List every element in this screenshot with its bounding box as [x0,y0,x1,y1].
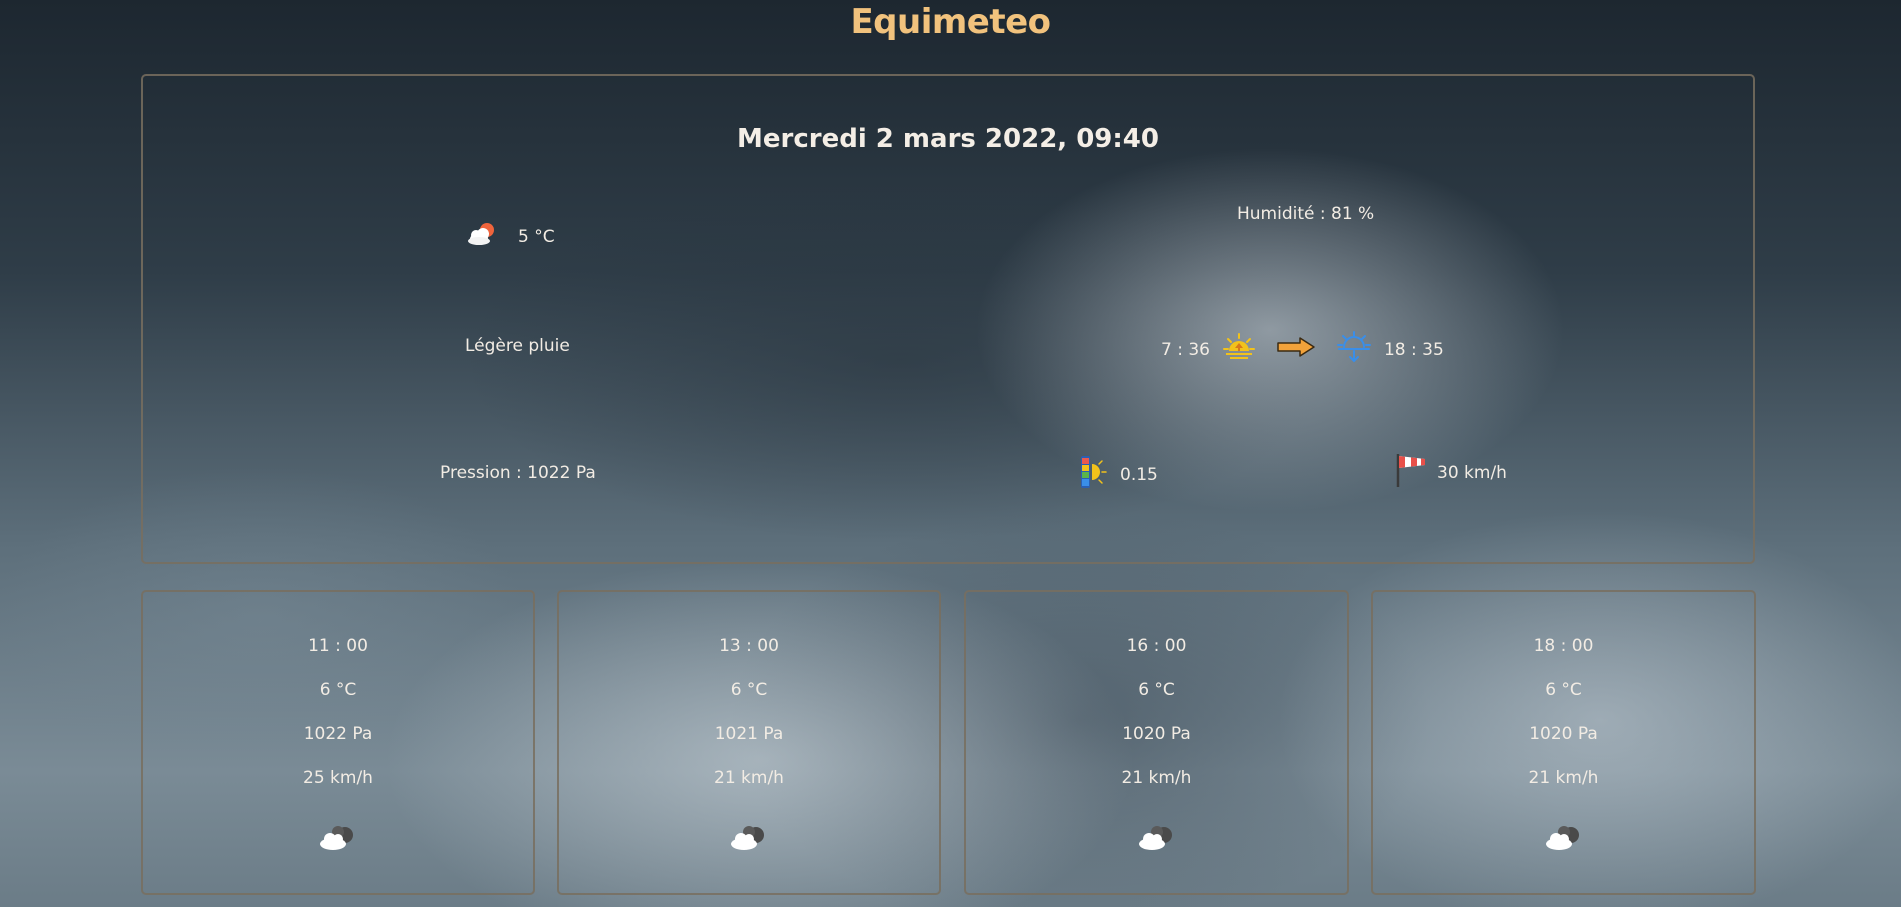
windsock-icon [1395,452,1429,493]
current-weather-panel: Mercredi 2 mars 2022, 09:40 5 °C Humidit… [141,74,1755,564]
forecast-time: 13 : 00 [719,636,779,656]
cloudy-icon [1136,824,1178,856]
wind-group: 30 km/h [1395,452,1507,493]
forecast-pressure: 1021 Pa [714,724,784,744]
arrow-right-icon [1276,336,1316,363]
forecast-wind: 25 km/h [303,768,373,788]
forecast-card: 18 : 00 6 °C 1020 Pa 21 km/h [1371,590,1756,895]
current-humidity: Humidité : 81 % [1237,204,1375,224]
forecast-wind: 21 km/h [1528,768,1599,788]
sun-times: 7 : 36 18: 35 [1161,330,1444,369]
current-datetime: Mercredi 2 mars 2022, 09:40 [737,124,1159,154]
wind-speed: 30 km/h [1437,462,1507,483]
forecast-temperature: 6 °C [1138,680,1175,700]
forecast-card: 16 : 00 6 °C 1020 Pa 21 km/h [964,590,1349,895]
forecast-wind: 21 km/h [714,768,784,788]
current-temperature-group: 5 °C [466,220,555,253]
uv-index-icon [1078,454,1108,495]
forecast-pressure: 1020 Pa [1122,724,1191,744]
sunrise-time: 7 : 36 [1161,339,1210,360]
cloudy-icon [728,824,770,856]
forecast-card: 13 : 00 6 °C 1021 Pa 21 km/h [557,590,941,895]
forecast-time: 16 : 00 [1126,636,1187,656]
cloud-sun-icon [466,220,498,253]
sunset-time: 18 : 35 [1383,339,1444,360]
forecast-time: 18 : 00 [1533,636,1594,656]
uv-index-group: 0.15 [1078,454,1158,495]
cloudy-icon [1543,824,1585,856]
sunrise-icon [1222,332,1256,367]
current-temperature: 5 °C [518,226,555,247]
cloudy-icon [317,824,359,856]
forecast-temperature: 6 °C [319,680,357,700]
forecast-temperature: 6 °C [1545,680,1582,700]
current-description: Légère pluie [465,336,570,356]
forecast-pressure: 1020 Pa [1529,724,1598,744]
forecast-wind: 21 km/h [1121,768,1192,788]
forecast-temperature: 6 °C [730,680,768,700]
sunset-icon [1336,330,1372,369]
forecast-card: 11 : 00 6 °C 1022 Pa 25 km/h [141,590,535,895]
uv-index-value: 0.15 [1120,464,1158,485]
app-title: Equimeteo [850,2,1051,42]
forecast-time: 11 : 00 [308,636,368,656]
forecast-pressure: 1022 Pa [303,724,373,744]
current-pressure: Pression : 1022 Pa [440,463,596,483]
